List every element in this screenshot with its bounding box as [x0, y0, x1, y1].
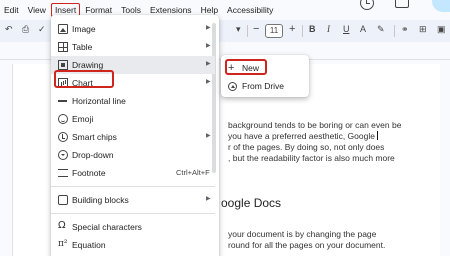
- horizontal-line-icon: [58, 100, 67, 102]
- menu-item-label: Image: [72, 24, 96, 34]
- menu-accessibility[interactable]: Accessibility: [223, 3, 277, 17]
- building-blocks-icon: [58, 195, 68, 205]
- shortcut-hint: Ctrl+Alt+F: [176, 168, 210, 177]
- menu-item-special-characters[interactable]: Ω Special characters: [51, 218, 215, 236]
- font-size-input[interactable]: 11: [265, 24, 283, 38]
- menu-item-label: Emoji: [72, 114, 94, 124]
- menu-item-equation[interactable]: π² Equation: [51, 236, 215, 254]
- menu-item-emoji[interactable]: Emoji: [51, 110, 215, 128]
- menu-item-label: Table: [72, 42, 93, 52]
- spellcheck-icon[interactable]: ✓: [38, 24, 46, 35]
- menu-divider: [51, 186, 215, 187]
- menu-item-label: Drop-down: [72, 150, 114, 160]
- toolbar-divider: [394, 25, 395, 37]
- emoji-icon: [58, 114, 68, 124]
- drawing-highlight-box: [54, 70, 114, 88]
- italic-icon[interactable]: I: [327, 24, 330, 34]
- submenu-arrow-icon: ▶: [206, 43, 211, 49]
- bold-icon[interactable]: B: [309, 24, 316, 34]
- menu-item-table[interactable]: Table ▶: [51, 38, 215, 56]
- drive-icon: [228, 82, 237, 91]
- table-icon: [58, 42, 68, 52]
- submenu-item-from-drive[interactable]: From Drive: [221, 78, 309, 95]
- menu-item-footnote[interactable]: Footnote Ctrl+Alt+F: [51, 164, 215, 182]
- image-icon: [58, 24, 68, 34]
- submenu-item-label: From Drive: [242, 81, 285, 91]
- toolbar-divider: [247, 25, 248, 37]
- dropdown-icon: [58, 150, 68, 160]
- new-highlight-box: [225, 59, 267, 75]
- menu-item-label: Drawing: [72, 60, 104, 70]
- submenu-arrow-icon: ▶: [206, 61, 211, 67]
- decrease-font-size-button[interactable]: −: [253, 23, 259, 35]
- menu-edit[interactable]: Edit: [0, 3, 23, 17]
- menu-item-label: Special characters: [72, 222, 142, 232]
- text-color-icon[interactable]: A: [360, 24, 366, 34]
- drawing-icon: [58, 60, 68, 70]
- menu-item-smart-chips[interactable]: Smart chips ▶: [51, 128, 215, 146]
- menu-item-label: Horizontal line: [72, 96, 126, 106]
- menu-item-building-blocks[interactable]: Building blocks ▶: [51, 191, 215, 209]
- body-text-line: you have a preferred aesthetic, Google: [228, 131, 379, 141]
- increase-font-size-button[interactable]: +: [289, 23, 295, 35]
- pi-icon: π²: [58, 239, 68, 249]
- link-icon[interactable]: ⚭: [401, 24, 409, 35]
- menu-item-label: Building blocks: [72, 195, 129, 205]
- menu-item-label: Smart chips: [72, 132, 117, 142]
- text-cursor: [376, 131, 379, 140]
- undo-icon[interactable]: ↶: [5, 24, 13, 35]
- body-text-line: your document is by changing the page: [228, 229, 377, 239]
- drawing-submenu: + New From Drive: [221, 55, 309, 97]
- menu-view[interactable]: View: [24, 3, 50, 17]
- body-text: you have a preferred aesthetic, Google: [228, 131, 375, 141]
- menu-item-dropdown[interactable]: Drop-down: [51, 146, 215, 164]
- font-chevron-down-icon[interactable]: ▾: [236, 24, 241, 35]
- omega-icon: Ω: [58, 220, 66, 231]
- insert-menu: Image ▶ Table ▶ Drawing ▶ Chart ▶ Horizo…: [51, 15, 219, 256]
- insert-image-icon[interactable]: ▣: [437, 24, 446, 35]
- menu-divider: [51, 213, 215, 214]
- submenu-arrow-icon: ▶: [206, 196, 211, 202]
- menu-item-image[interactable]: Image ▶: [51, 20, 215, 38]
- body-text-line: background tends to be boring or can eve…: [228, 120, 402, 130]
- section-heading: oogle Docs: [221, 196, 282, 210]
- menu-item-label: Footnote: [72, 168, 106, 178]
- body-text-line: r of the pages. By doing so, not only do…: [228, 142, 385, 152]
- smart-chips-icon: [58, 132, 68, 142]
- submenu-arrow-icon: ▶: [206, 79, 211, 85]
- comment-add-icon[interactable]: ⊞: [419, 24, 427, 35]
- menu-item-label: Equation: [72, 240, 106, 250]
- toolbar-divider: [302, 25, 303, 37]
- comments-icon[interactable]: [395, 0, 409, 8]
- submenu-arrow-icon: ▶: [206, 25, 211, 31]
- print-icon[interactable]: ⎙: [22, 24, 29, 35]
- underline-icon[interactable]: U: [343, 24, 350, 34]
- footnote-icon: [58, 169, 68, 177]
- body-text-line: , but the readability factor is also muc…: [228, 153, 395, 163]
- body-text-line: round for all the pages on your document…: [228, 240, 386, 250]
- highlight-icon[interactable]: ✎: [377, 24, 385, 35]
- menu-item-horizontal-line[interactable]: Horizontal line: [51, 92, 215, 110]
- submenu-arrow-icon: ▶: [206, 133, 211, 139]
